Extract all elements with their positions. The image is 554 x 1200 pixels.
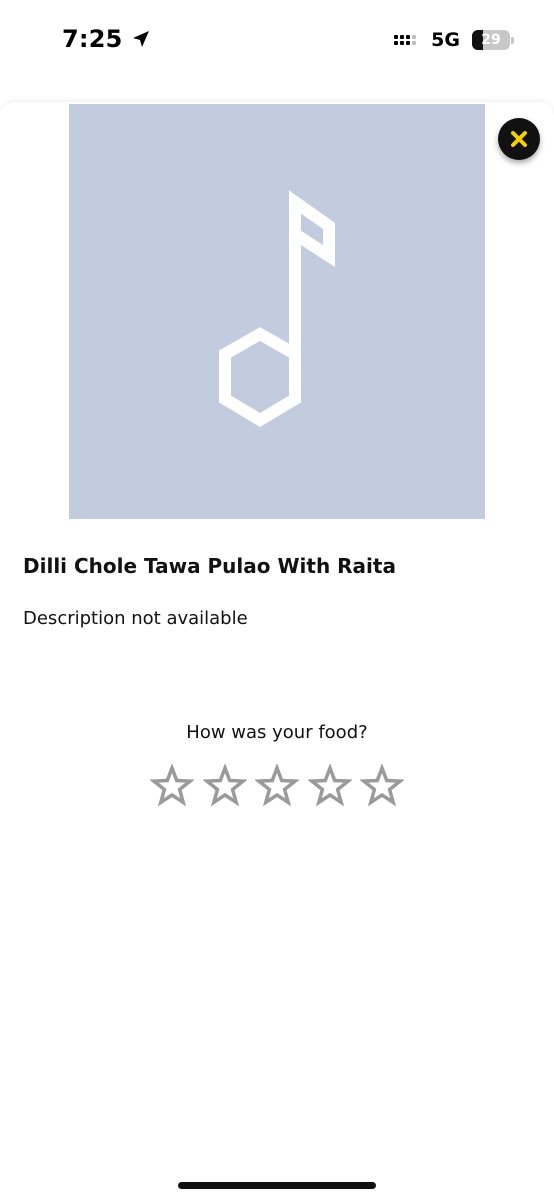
food-image-placeholder (69, 104, 485, 519)
status-indicators: 5G 29 (393, 29, 514, 51)
music-note-icon (219, 190, 335, 427)
battery-level: 29 (481, 32, 501, 48)
location-arrow-icon (132, 31, 149, 47)
food-detail-sheet: Dilli Chole Tawa Pulao With Raita Descri… (0, 102, 554, 1200)
home-indicator (178, 1182, 376, 1189)
cellular-signal-icon (394, 35, 417, 45)
item-description: Description not available (23, 608, 248, 629)
battery-indicator: 29 (472, 30, 514, 50)
status-bar: 7:25 5G 29 (0, 0, 554, 88)
star-icon[interactable] (150, 764, 194, 808)
rating-prompt: How was your food? (186, 722, 368, 743)
battery-nub (511, 37, 514, 44)
close-icon (511, 131, 527, 147)
status-time: 7:25 (62, 25, 123, 53)
status-time-wrapper: 7:25 (62, 25, 151, 53)
star-icon[interactable] (255, 764, 299, 808)
star-icon[interactable] (307, 764, 352, 808)
network-type: 5G (431, 29, 460, 51)
close-button[interactable] (498, 118, 540, 160)
star-rating[interactable] (150, 764, 404, 808)
item-title: Dilli Chole Tawa Pulao With Raita (23, 554, 396, 578)
star-icon[interactable] (202, 764, 247, 808)
star-icon[interactable] (360, 764, 404, 808)
